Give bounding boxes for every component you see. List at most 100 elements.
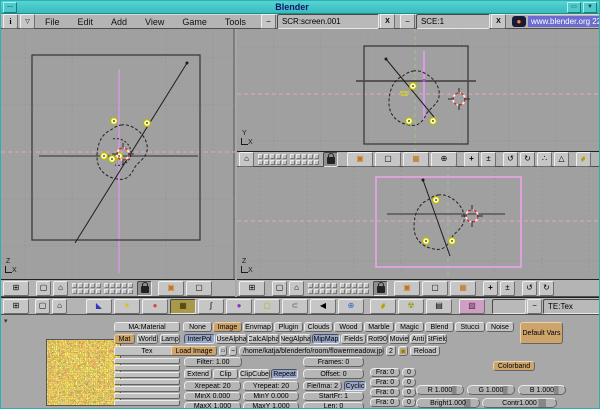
layer-toggle[interactable] bbox=[110, 283, 115, 288]
fie-ima-field[interactable]: Fie/Ima: 2 bbox=[303, 381, 342, 391]
view-buttons-tab[interactable]: ◣ bbox=[86, 299, 112, 314]
layer-toggle[interactable] bbox=[308, 154, 313, 159]
material-buttons-tab[interactable]: ● bbox=[142, 299, 168, 314]
layer-toggle[interactable] bbox=[340, 283, 345, 288]
offset-field[interactable]: Offset: 0 bbox=[303, 369, 364, 379]
layer-toggle[interactable] bbox=[78, 283, 83, 288]
texture-menu-button[interactable]: − bbox=[527, 299, 542, 314]
anim-buttons-tab[interactable]: ∫ bbox=[198, 299, 224, 314]
filter-field[interactable]: Filter: 1.00 bbox=[184, 357, 242, 367]
scene-menu-button[interactable]: − bbox=[400, 14, 415, 29]
lock-button[interactable] bbox=[137, 281, 152, 296]
layer-toggle[interactable] bbox=[314, 154, 319, 159]
roll-button[interactable]: ▼ bbox=[583, 2, 597, 13]
shade-button[interactable]: ▭ bbox=[567, 2, 581, 13]
xrepeat-field[interactable]: Xrepeat: 20 bbox=[184, 381, 241, 391]
layer-buttons[interactable] bbox=[308, 283, 369, 294]
fullscreen-button[interactable]: ▢ bbox=[36, 281, 51, 296]
load-image-button[interactable]: Load Image bbox=[171, 346, 217, 356]
scene-delete-button[interactable]: X bbox=[491, 14, 506, 29]
fra-offset-field[interactable]: 0 bbox=[402, 378, 416, 387]
layer-toggle[interactable] bbox=[290, 154, 295, 159]
minx-field[interactable]: MinX 0.000 bbox=[184, 392, 241, 401]
frames-field[interactable]: Frames: 0 bbox=[303, 357, 364, 367]
fra-field[interactable]: Fra: 0 bbox=[370, 378, 400, 387]
layer-toggle[interactable] bbox=[72, 283, 77, 288]
fra-field[interactable]: Fra: 0 bbox=[370, 388, 400, 397]
layer-toggle[interactable] bbox=[270, 154, 275, 159]
image-menu-button[interactable]: − bbox=[229, 346, 237, 356]
size-button[interactable]: ± bbox=[481, 152, 496, 167]
window-menu-button[interactable]: — bbox=[3, 2, 17, 13]
repeat-button[interactable]: Repeat bbox=[271, 369, 298, 379]
panel-menu-icon[interactable]: ▾ bbox=[4, 317, 8, 325]
flag-usealpha[interactable]: UseAlpha bbox=[216, 334, 247, 344]
layer-toggle[interactable] bbox=[290, 160, 295, 165]
type-magic[interactable]: Magic bbox=[395, 322, 424, 332]
rotate-view-button2[interactable]: ↻ bbox=[539, 281, 554, 296]
flag-rot90[interactable]: Rot90 bbox=[367, 334, 388, 344]
layer-toggle[interactable] bbox=[332, 283, 337, 288]
fra-field[interactable]: Fra: 0 bbox=[370, 398, 400, 407]
drawtype-dropdown[interactable]: ▢ bbox=[186, 281, 212, 296]
fra-offset-field[interactable]: 0 bbox=[402, 398, 416, 407]
texture-name-field[interactable]: TE:Tex bbox=[543, 299, 600, 314]
browse-image-button[interactable]: ▭ bbox=[219, 346, 227, 356]
yrepeat-field[interactable]: Yrepeat: 20 bbox=[243, 381, 299, 391]
layer-toggle[interactable] bbox=[340, 289, 345, 294]
curve-object-path[interactable] bbox=[389, 71, 439, 126]
lock-button[interactable] bbox=[373, 281, 388, 296]
r-slider[interactable]: R 1.000 bbox=[416, 385, 464, 395]
world-buttons-tab[interactable]: ● bbox=[226, 299, 252, 314]
browse-texture-field[interactable] bbox=[492, 299, 526, 314]
proportional-button[interactable]: ▰ bbox=[576, 152, 591, 167]
fullscreen-button[interactable]: ▢ bbox=[35, 299, 50, 314]
particle-points[interactable] bbox=[406, 83, 437, 125]
layer-toggle[interactable] bbox=[308, 160, 313, 165]
layer-toggle[interactable] bbox=[104, 283, 109, 288]
texture-channel-slot[interactable] bbox=[114, 393, 180, 399]
maxy-field[interactable]: MaxY 1.000 bbox=[243, 402, 299, 409]
layer-toggle[interactable] bbox=[352, 289, 357, 294]
menu-file[interactable]: File bbox=[36, 17, 69, 27]
layer-toggle[interactable] bbox=[72, 289, 77, 294]
constraint-buttons-tab[interactable]: ⊂ bbox=[282, 299, 308, 314]
bright-slider[interactable]: Bright1.000 bbox=[416, 398, 480, 408]
menu-game[interactable]: Game bbox=[173, 17, 216, 27]
window-type-button[interactable]: ⊞ bbox=[3, 281, 29, 296]
menu-edit[interactable]: Edit bbox=[69, 17, 103, 27]
type-stucci[interactable]: Stucci bbox=[455, 322, 485, 332]
layer-toggle[interactable] bbox=[258, 160, 263, 165]
menu-view[interactable]: View bbox=[136, 17, 173, 27]
header-collapse-button[interactable]: ▽ bbox=[20, 14, 35, 29]
default-vars-button[interactable]: Default Vars bbox=[520, 322, 563, 344]
layer-toggle[interactable] bbox=[282, 160, 287, 165]
flag-mipmap[interactable]: MipMap bbox=[312, 334, 340, 344]
type-none[interactable]: None bbox=[183, 322, 212, 332]
layer-toggle[interactable] bbox=[320, 289, 325, 294]
menu-add[interactable]: Add bbox=[102, 17, 136, 27]
layer-toggle[interactable] bbox=[302, 160, 307, 165]
rotate-view-button[interactable]: ↺ bbox=[503, 152, 518, 167]
layer-toggle[interactable] bbox=[116, 289, 121, 294]
scene-buttons-tab[interactable]: ▤ bbox=[426, 299, 452, 314]
type-noise[interactable]: Noise bbox=[486, 322, 514, 332]
len-field[interactable]: Len: 0 bbox=[303, 402, 364, 409]
texture-buttons-tab[interactable]: ▦ bbox=[170, 299, 196, 314]
layer-toggle[interactable] bbox=[364, 289, 369, 294]
flag-movie[interactable]: Movie bbox=[389, 334, 409, 344]
layer-toggle[interactable] bbox=[296, 160, 301, 165]
texface-dropdown[interactable]: ▦ bbox=[403, 152, 429, 167]
layer-buttons[interactable] bbox=[258, 154, 319, 165]
flag-stfield[interactable]: StField bbox=[427, 334, 447, 344]
type-wood[interactable]: Wood bbox=[334, 322, 363, 332]
drawtype-dropdown[interactable]: ▢ bbox=[375, 152, 401, 167]
layer-toggle[interactable] bbox=[264, 160, 269, 165]
texture-channel-slot[interactable] bbox=[114, 379, 180, 385]
layer-toggle[interactable] bbox=[104, 289, 109, 294]
viewport-top[interactable]: Y X bbox=[237, 29, 600, 151]
viewport-front-2[interactable]: Z X bbox=[237, 167, 600, 279]
layer-toggle[interactable] bbox=[128, 289, 133, 294]
paint-buttons-tab[interactable]: ▰ bbox=[370, 299, 396, 314]
layer-toggle[interactable] bbox=[258, 154, 263, 159]
